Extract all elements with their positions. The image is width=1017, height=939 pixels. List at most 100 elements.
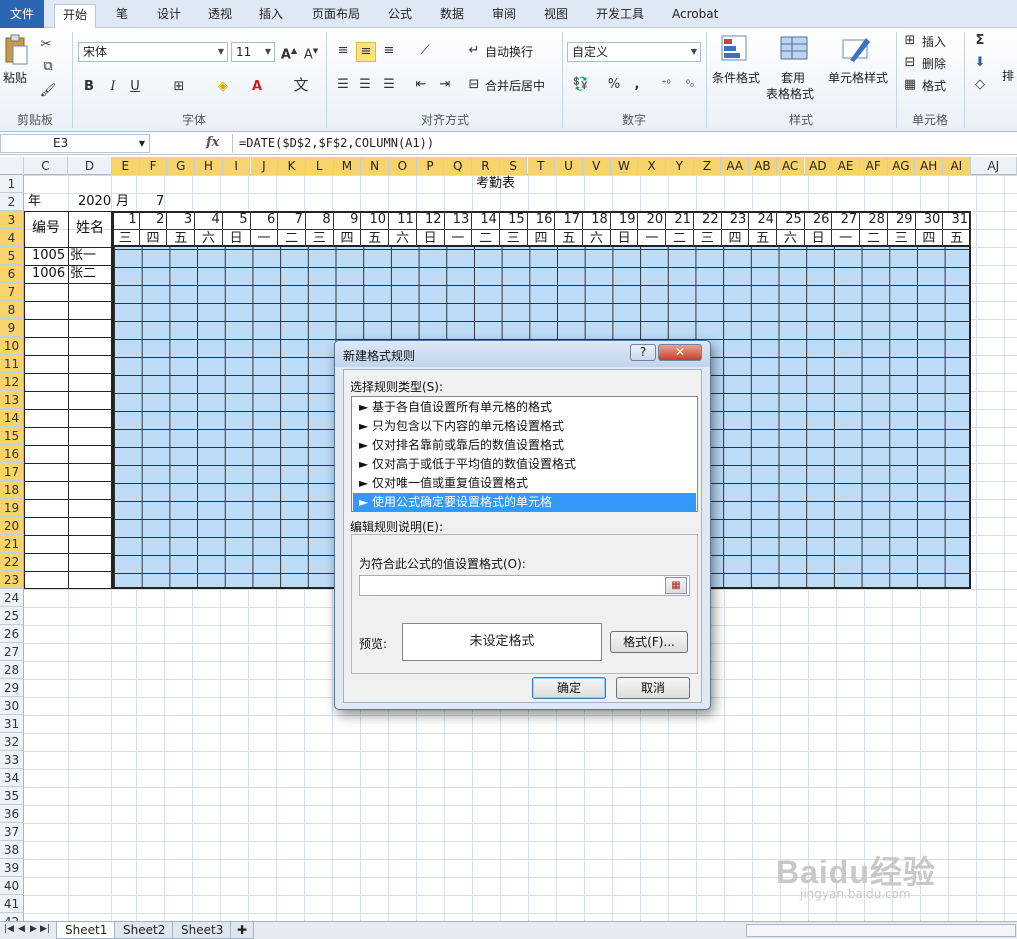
wrap-text-icon[interactable]: ↵ <box>466 42 482 60</box>
day-number[interactable]: 19 <box>611 211 639 229</box>
delete-cells-label[interactable]: 删除 <box>922 56 946 72</box>
insert-function-icon[interactable]: fx <box>206 135 219 150</box>
day-number[interactable]: 29 <box>888 211 916 229</box>
day-number[interactable]: 11 <box>389 211 417 229</box>
column-header[interactable]: V <box>582 157 611 175</box>
day-number[interactable]: 25 <box>777 211 805 229</box>
weekday[interactable]: 二 <box>666 229 694 247</box>
sheet-tab-2[interactable]: Sheet2 <box>114 922 175 939</box>
row-header[interactable]: 22 <box>0 553 24 571</box>
column-header[interactable]: K <box>278 157 306 175</box>
row-header[interactable]: 8 <box>0 301 24 319</box>
day-number[interactable]: 15 <box>500 211 528 229</box>
column-header[interactable]: U <box>555 157 583 175</box>
day-number[interactable]: 16 <box>528 211 556 229</box>
orientation-icon[interactable]: ⟋ <box>416 42 434 60</box>
insert-cells-icon[interactable]: ⊞ <box>902 32 918 50</box>
tab-view[interactable]: 视图 <box>542 4 570 28</box>
select-all-corner[interactable] <box>0 157 24 175</box>
row-header[interactable]: 34 <box>0 769 24 787</box>
comma-button[interactable]: , <box>630 76 644 94</box>
weekday[interactable]: 六 <box>777 229 805 247</box>
weekday[interactable]: 二 <box>278 229 306 247</box>
column-header[interactable]: P <box>416 157 445 175</box>
paste-icon[interactable] <box>2 34 30 68</box>
rule-type-item[interactable]: ► 只为包含以下内容的单元格设置格式 <box>353 417 696 435</box>
column-header[interactable]: G <box>167 157 196 175</box>
tab-review[interactable]: 审阅 <box>490 4 518 28</box>
cancel-button[interactable]: 取消 <box>616 677 690 699</box>
last-sheet-arrow-icon[interactable]: ▶| <box>40 924 50 934</box>
weekday[interactable]: 三 <box>499 229 528 247</box>
tab-design[interactable]: 设计 <box>155 4 183 28</box>
merge-center-icon[interactable]: ⊟ <box>466 76 482 94</box>
column-headers[interactable]: C D E F G H I J K L M N O P Q R S T U V W X Y Z AA AB AC AD AE AF AG AH… <box>0 157 1017 175</box>
help-button[interactable]: ? <box>630 344 656 361</box>
weekday[interactable]: 三 <box>887 229 916 247</box>
weekday[interactable]: 一 <box>638 229 667 247</box>
sheet-tab-3[interactable]: Sheet3 <box>172 922 233 939</box>
row-header[interactable]: 39 <box>0 859 24 877</box>
weekday[interactable]: 四 <box>333 229 362 247</box>
weekday[interactable]: 四 <box>139 229 168 247</box>
row-header[interactable]: 23 <box>0 571 24 589</box>
day-number[interactable]: 17 <box>555 211 584 229</box>
font-color-icon[interactable]: A <box>248 78 266 96</box>
horizontal-scrollbar[interactable] <box>746 924 1016 937</box>
cut-icon[interactable]: ✂ <box>38 36 54 54</box>
row-header[interactable]: 35 <box>0 787 24 805</box>
column-header[interactable]: T <box>527 157 556 175</box>
row-header[interactable]: 14 <box>0 409 24 427</box>
weekday[interactable]: 四 <box>721 229 750 247</box>
row-header[interactable]: 38 <box>0 841 24 859</box>
percent-button[interactable]: % <box>606 76 622 94</box>
column-header[interactable]: I <box>222 157 251 175</box>
format-cells-label[interactable]: 格式 <box>922 78 946 94</box>
align-center-icon[interactable]: ☰ <box>356 76 374 94</box>
rule-type-item[interactable]: ► 基于各自值设置所有单元格的格式 <box>353 398 696 416</box>
copy-icon[interactable]: ⧉ <box>38 58 58 76</box>
tab-file[interactable]: 文件 <box>0 0 44 28</box>
row-header[interactable]: 24 <box>0 589 24 607</box>
column-header[interactable]: X <box>638 157 666 175</box>
column-header[interactable]: AD <box>804 157 833 175</box>
column-header[interactable]: S <box>499 157 528 175</box>
column-header[interactable]: AH <box>915 157 943 175</box>
collapse-dialog-icon[interactable]: ▦ <box>665 577 687 594</box>
tab-acrobat[interactable]: Acrobat <box>670 4 720 28</box>
new-sheet-icon[interactable]: ✚ <box>230 922 255 939</box>
row-header[interactable]: 19 <box>0 499 24 517</box>
first-sheet-arrow-icon[interactable]: |◀ <box>4 924 14 934</box>
row-header[interactable]: 16 <box>0 445 24 463</box>
weekday[interactable]: 五 <box>167 229 196 247</box>
column-header[interactable]: Z <box>693 157 722 175</box>
grow-font-icon[interactable]: A▲ <box>280 42 298 64</box>
row-header[interactable]: 1 <box>0 175 24 193</box>
column-header[interactable]: AE <box>832 157 860 175</box>
currency-icon[interactable]: 💱 <box>570 76 592 94</box>
font-size-select[interactable]: 11 ▼ <box>231 42 275 62</box>
column-header[interactable]: W <box>610 157 639 175</box>
shrink-font-icon[interactable]: A▼ <box>302 42 320 64</box>
tab-formulas[interactable]: 公式 <box>386 4 414 28</box>
formula-input-field[interactable]: ▦ <box>359 575 690 596</box>
day-number[interactable]: 27 <box>832 211 861 229</box>
column-header[interactable]: O <box>389 157 417 175</box>
day-number[interactable]: 3 <box>167 211 196 229</box>
day-number[interactable]: 20 <box>638 211 667 229</box>
weekday[interactable]: 一 <box>250 229 279 247</box>
day-number[interactable]: 26 <box>805 211 833 229</box>
column-header[interactable]: H <box>195 157 223 175</box>
day-number[interactable]: 18 <box>583 211 611 229</box>
row-header[interactable]: 21 <box>0 535 24 553</box>
day-number[interactable]: 13 <box>445 211 473 229</box>
weekday[interactable]: 二 <box>472 229 500 247</box>
row-header[interactable]: 11 <box>0 355 24 373</box>
day-number[interactable]: 8 <box>306 211 334 229</box>
weekday[interactable]: 一 <box>444 229 473 247</box>
row-header[interactable]: 30 <box>0 697 24 715</box>
sheet-tab-1[interactable]: Sheet1 <box>56 922 117 939</box>
delete-cells-icon[interactable]: ⊟ <box>902 54 918 72</box>
format-as-table-label-1[interactable]: 套用 <box>781 70 805 86</box>
row-header[interactable]: 33 <box>0 751 24 769</box>
